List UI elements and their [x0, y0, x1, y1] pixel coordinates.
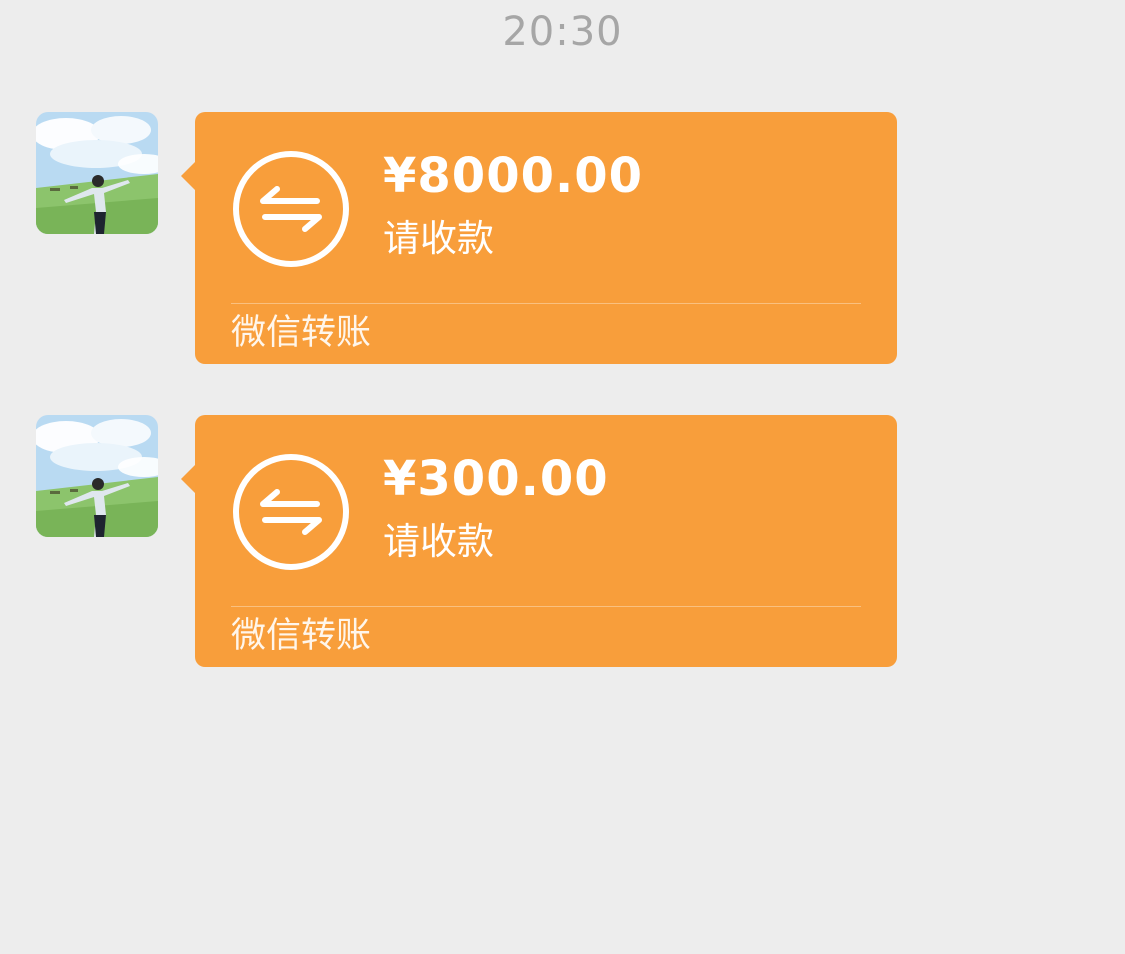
avatar-photo: [36, 112, 158, 234]
message-timestamp: 20:30: [502, 9, 623, 55]
transfer-arrows-icon: [233, 454, 349, 570]
transfer-amount: ¥8000.00: [383, 148, 644, 204]
sender-avatar[interactable]: [36, 415, 158, 537]
card-divider: [231, 303, 861, 304]
transfer-status: 请收款: [383, 217, 494, 260]
transfer-card[interactable]: ¥8000.00 请收款 微信转账: [181, 112, 897, 364]
bubble-tail: [181, 162, 195, 190]
transfer-type-label: 微信转账: [231, 313, 372, 353]
card-divider: [231, 606, 861, 607]
avatar-photo: [36, 415, 158, 537]
chat-message: ¥8000.00 请收款 微信转账: [0, 112, 1125, 364]
chat-message: ¥300.00 请收款 微信转账: [0, 415, 1125, 667]
transfer-type-label: 微信转账: [231, 616, 372, 656]
transfer-arrows-icon: [233, 151, 349, 267]
transfer-card[interactable]: ¥300.00 请收款 微信转账: [181, 415, 897, 667]
bubble-tail: [181, 465, 195, 493]
sender-avatar[interactable]: [36, 112, 158, 234]
transfer-status: 请收款: [383, 520, 494, 563]
transfer-amount: ¥300.00: [383, 451, 609, 507]
